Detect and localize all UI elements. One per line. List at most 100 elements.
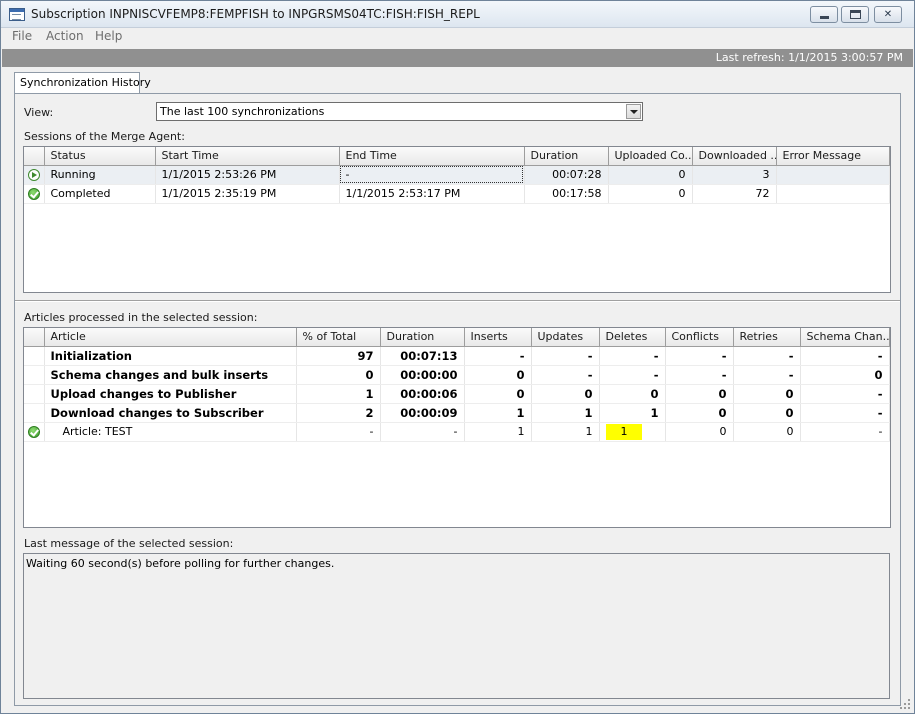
session-row[interactable]: Completed 1/1/2015 2:35:19 PM 1/1/2015 2…: [24, 184, 890, 204]
sessions-col-error-message[interactable]: Error Message: [776, 147, 890, 166]
article-deletes: -: [599, 346, 666, 366]
articles-col-duration[interactable]: Duration: [380, 328, 465, 347]
menu-help[interactable]: Help: [95, 29, 122, 43]
window-title: Subscription INPNISCVFEMP8:FEMPFISH to I…: [31, 7, 480, 21]
tab-synchronization-history[interactable]: Synchronization History: [14, 72, 151, 94]
menu-bar: File Action Help: [1, 28, 914, 46]
article-updates: -: [531, 346, 600, 366]
sessions-col-end-time[interactable]: End Time: [339, 147, 525, 166]
article-retries: 0: [733, 384, 801, 404]
articles-label: Articles processed in the selected sessi…: [24, 311, 258, 324]
session-row[interactable]: Running 1/1/2015 2:53:26 PM - 00:07:28 0…: [24, 165, 890, 185]
articles-col-article[interactable]: Article: [44, 328, 297, 347]
article-row[interactable]: Article: TEST - - 1 1 1 0 0 -: [24, 422, 890, 442]
article-name: Initialization: [44, 346, 297, 366]
resize-grip-icon[interactable]: [898, 697, 910, 709]
articles-col-inserts[interactable]: Inserts: [464, 328, 532, 347]
sessions-label: Sessions of the Merge Agent:: [24, 130, 185, 143]
running-icon: [27, 169, 40, 181]
article-percent-total: -: [296, 422, 381, 442]
articles-col-deletes[interactable]: Deletes: [599, 328, 666, 347]
article-name: Upload changes to Publisher: [44, 384, 297, 404]
last-refresh-text: Last refresh: 1/1/2015 3:00:57 PM: [715, 51, 903, 64]
articles-col-icon[interactable]: [24, 328, 45, 347]
article-conflicts: -: [665, 365, 734, 385]
article-duration: 00:07:13: [380, 346, 465, 366]
article-row[interactable]: Upload changes to Publisher 1 00:00:06 0…: [24, 384, 890, 404]
view-dropdown[interactable]: The last 100 synchronizations: [156, 102, 643, 121]
refresh-status-bar: Last refresh: 1/1/2015 3:00:57 PM: [2, 49, 913, 67]
menu-action[interactable]: Action: [46, 29, 84, 43]
article-percent-total: 2: [296, 403, 381, 423]
minimize-icon: [820, 16, 829, 19]
articles-col-updates[interactable]: Updates: [531, 328, 600, 347]
panel-splitter[interactable]: [15, 300, 900, 302]
article-schema-changes: 0: [800, 365, 890, 385]
session-start-time: 1/1/2015 2:53:26 PM: [155, 165, 340, 185]
success-check-icon: [27, 188, 40, 200]
title-bar[interactable]: Subscription INPNISCVFEMP8:FEMPFISH to I…: [1, 1, 914, 28]
article-duration: 00:00:00: [380, 365, 465, 385]
last-message-label: Last message of the selected session:: [24, 537, 234, 550]
article-deletes: 0: [599, 384, 666, 404]
article-schema-changes: -: [800, 346, 890, 366]
article-schema-changes: -: [800, 422, 890, 442]
session-error-message: [776, 184, 890, 204]
article-percent-total: 1: [296, 384, 381, 404]
sessions-col-icon[interactable]: [24, 147, 45, 166]
articles-grid: Article % of Total Duration Inserts Upda…: [23, 327, 891, 528]
last-message-box[interactable]: Waiting 60 second(s) before polling for …: [23, 553, 890, 699]
article-icon-cell: [24, 384, 45, 404]
close-button[interactable]: ✕: [874, 6, 902, 23]
article-deletes: -: [599, 365, 666, 385]
article-deletes-cell: 1: [599, 422, 666, 442]
article-icon-cell: [24, 422, 45, 442]
synchronization-history-panel: View: The last 100 synchronizations Sess…: [14, 93, 901, 706]
article-retries: -: [733, 365, 801, 385]
article-retries: -: [733, 346, 801, 366]
sessions-col-uploaded[interactable]: Uploaded Co...: [608, 147, 693, 166]
minimize-button[interactable]: [810, 6, 838, 23]
subscription-window: Subscription INPNISCVFEMP8:FEMPFISH to I…: [0, 0, 915, 714]
article-icon-cell: [24, 403, 45, 423]
dropdown-arrow-icon[interactable]: [626, 104, 641, 119]
article-inserts: 0: [464, 384, 532, 404]
article-deletes: 1: [605, 423, 642, 440]
articles-col-percent-total[interactable]: % of Total: [296, 328, 381, 347]
article-row[interactable]: Schema changes and bulk inserts 0 00:00:…: [24, 365, 890, 385]
session-downloaded: 3: [692, 165, 777, 185]
article-updates: 1: [531, 403, 600, 423]
article-percent-total: 0: [296, 365, 381, 385]
view-dropdown-value: The last 100 synchronizations: [160, 105, 325, 118]
sessions-col-downloaded[interactable]: Downloaded ...: [692, 147, 777, 166]
session-start-time: 1/1/2015 2:35:19 PM: [155, 184, 340, 204]
articles-col-retries[interactable]: Retries: [733, 328, 801, 347]
session-status: Running: [44, 165, 156, 185]
article-retries: 0: [733, 422, 801, 442]
maximize-icon: [850, 10, 861, 19]
article-duration: -: [380, 422, 465, 442]
sessions-col-duration[interactable]: Duration: [524, 147, 609, 166]
article-conflicts: 0: [665, 403, 734, 423]
article-inserts: 1: [464, 403, 532, 423]
article-updates: 0: [531, 384, 600, 404]
sessions-col-start-time[interactable]: Start Time: [155, 147, 340, 166]
article-name: Article: TEST: [44, 422, 297, 442]
article-schema-changes: -: [800, 403, 890, 423]
session-end-time: 1/1/2015 2:53:17 PM: [339, 184, 525, 204]
article-row[interactable]: Initialization 97 00:07:13 - - - - - -: [24, 346, 890, 366]
article-inserts: 0: [464, 365, 532, 385]
session-end-time: -: [339, 165, 525, 185]
sessions-col-status[interactable]: Status: [44, 147, 156, 166]
session-uploaded: 0: [608, 165, 693, 185]
articles-col-schema-changes[interactable]: Schema Chan...: [800, 328, 890, 347]
sessions-grid: Status Start Time End Time Duration Uplo…: [23, 146, 891, 293]
article-conflicts: 0: [665, 384, 734, 404]
article-schema-changes: -: [800, 384, 890, 404]
session-status: Completed: [44, 184, 156, 204]
articles-col-conflicts[interactable]: Conflicts: [665, 328, 734, 347]
article-inserts: 1: [464, 422, 532, 442]
maximize-button[interactable]: [841, 6, 869, 23]
menu-file[interactable]: File: [12, 29, 32, 43]
article-row[interactable]: Download changes to Subscriber 2 00:00:0…: [24, 403, 890, 423]
